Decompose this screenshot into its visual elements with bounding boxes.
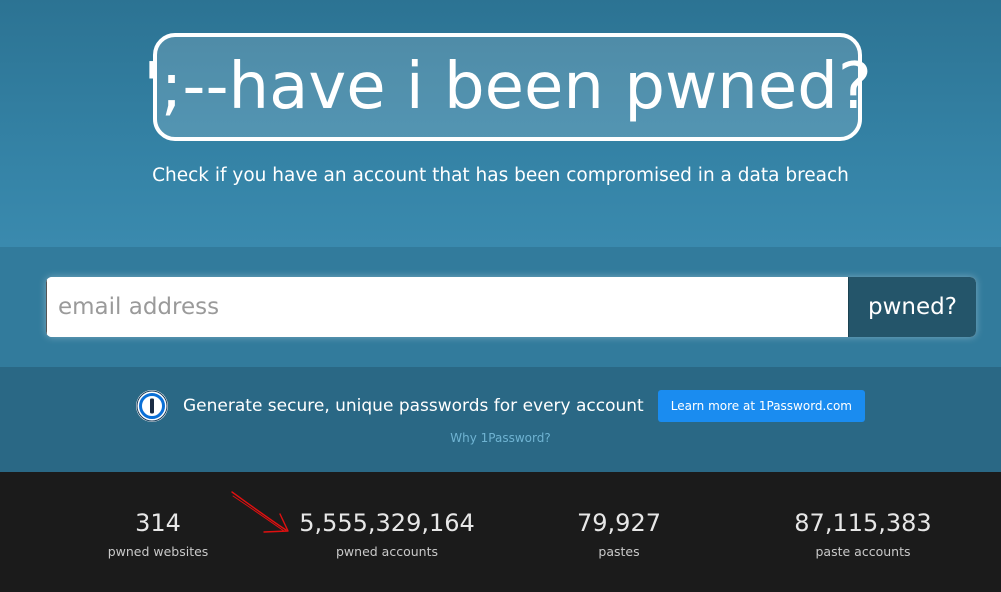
stat-label: paste accounts (815, 544, 911, 559)
stat-pastes[interactable]: 79,927 pastes (499, 508, 739, 559)
stat-value: 79,927 (577, 509, 661, 537)
stat-value: 87,115,383 (794, 509, 932, 537)
promo-row: Generate secure, unique passwords for ev… (0, 388, 1001, 424)
pwned-button[interactable]: pwned? (848, 277, 976, 337)
stat-value: 5,555,329,164 (299, 509, 475, 537)
1password-icon (136, 390, 168, 422)
stat-pwned-accounts[interactable]: 5,555,329,164 pwned accounts (267, 508, 507, 559)
tagline: Check if you have an account that has be… (152, 165, 849, 186)
stat-label: pwned websites (107, 544, 209, 559)
page: ';--have i been pwned? Check if you have… (0, 0, 1001, 592)
why-1password-link[interactable]: Why 1Password? (0, 431, 1001, 445)
email-input[interactable] (46, 277, 848, 337)
learn-more-1password-button[interactable]: Learn more at 1Password.com (657, 390, 865, 422)
red-arrow-icon (231, 491, 289, 533)
stat-label: pwned accounts (336, 544, 438, 559)
promo-section: Generate secure, unique passwords for ev… (0, 367, 1001, 472)
logo-text: ';--have i been pwned? (143, 50, 872, 124)
stats-section: 314 pwned websites 5,555,329,164 pwned a… (0, 472, 1001, 592)
search-form: pwned? (46, 277, 976, 337)
hero-section: ';--have i been pwned? Check if you have… (0, 0, 1001, 247)
stat-label: pastes (598, 544, 640, 559)
site-logo[interactable]: ';--have i been pwned? (143, 33, 872, 141)
promo-text: Generate secure, unique passwords for ev… (183, 396, 644, 416)
stat-paste-accounts[interactable]: 87,115,383 paste accounts (743, 508, 983, 559)
search-section: pwned? (0, 247, 1001, 367)
